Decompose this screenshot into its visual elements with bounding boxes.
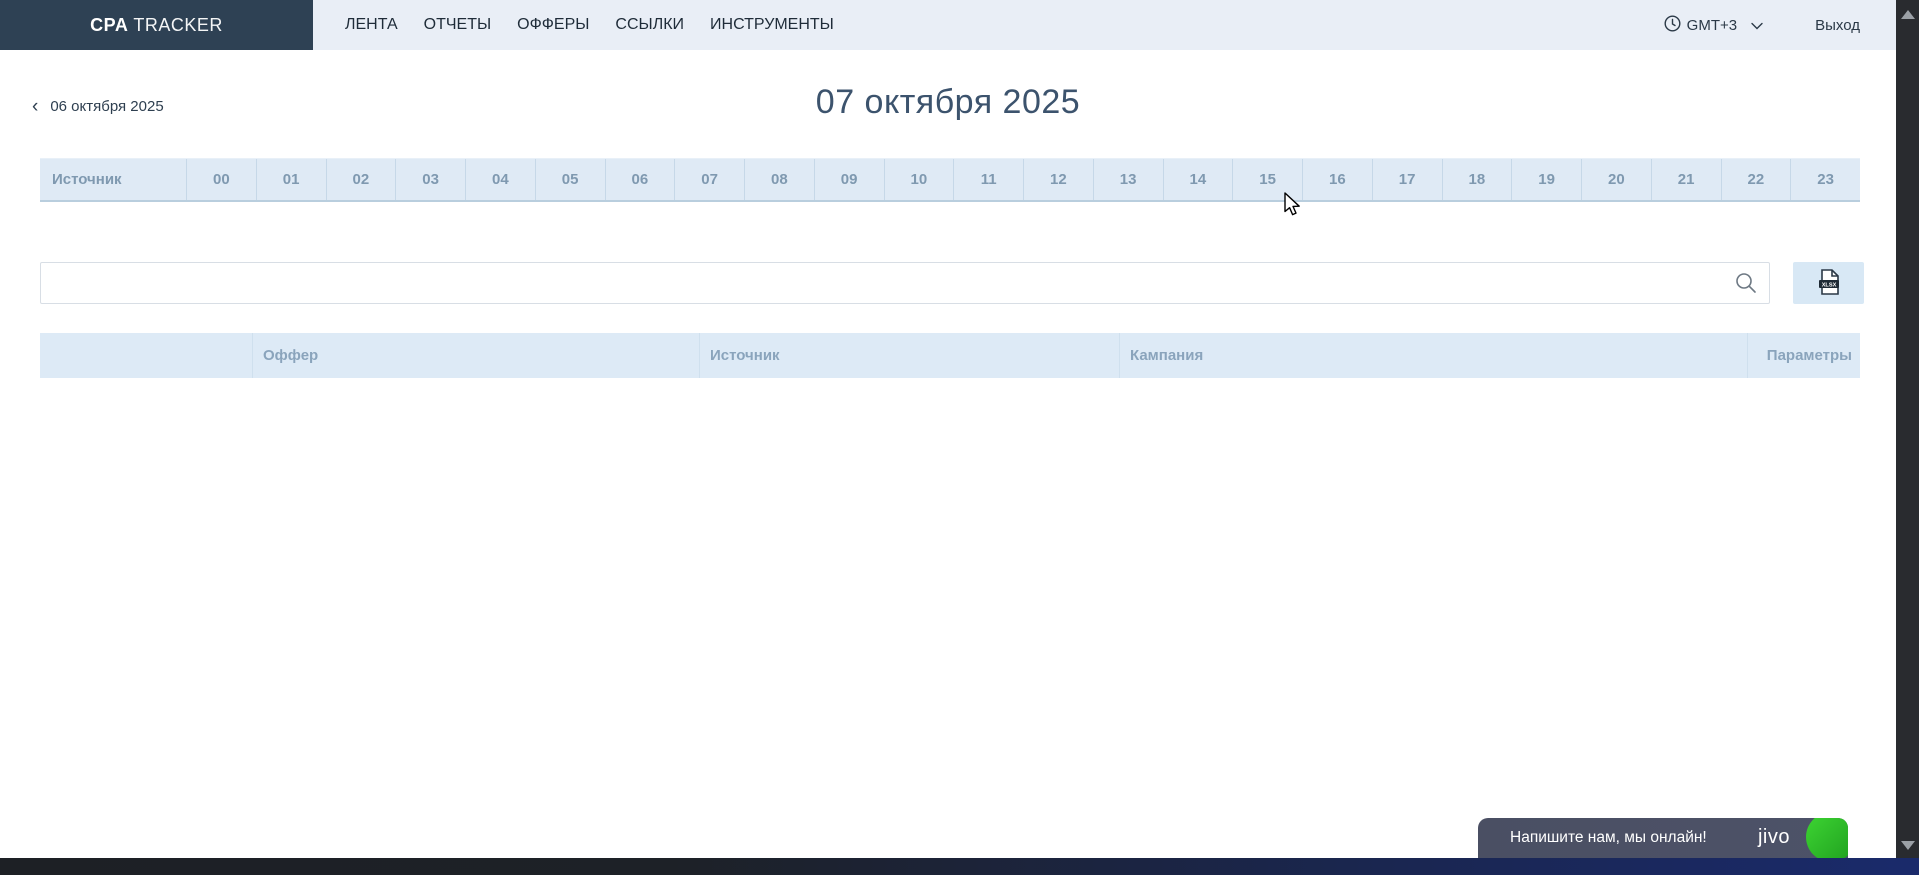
hour-cell-02[interactable]: 02 [327,159,397,200]
hour-cell-14[interactable]: 14 [1164,159,1234,200]
topbar-right: GMT+3 Выход [1664,0,1896,50]
hour-cell-01[interactable]: 01 [257,159,327,200]
hour-cell-07[interactable]: 07 [675,159,745,200]
jivo-logo: jivo [1758,826,1790,849]
hour-cell-18[interactable]: 18 [1443,159,1513,200]
search-bar [40,262,1770,304]
chat-message: Напишите нам, мы онлайн! [1478,829,1707,847]
hour-cell-22[interactable]: 22 [1722,159,1792,200]
svg-text:XLSX: XLSX [1821,282,1836,288]
hour-cell-20[interactable]: 20 [1582,159,1652,200]
nav-item-links[interactable]: ССЫЛКИ [615,16,684,34]
hours-source-header: Источник [40,159,187,200]
vertical-scrollbar[interactable] [1896,0,1919,858]
column-header-offer[interactable]: Оффер [253,333,700,378]
column-header-empty [40,333,253,378]
hour-cell-23[interactable]: 23 [1791,159,1860,200]
hour-cell-00[interactable]: 00 [187,159,257,200]
scrollbar-down-arrow[interactable] [1901,841,1915,850]
scrollbar-up-arrow[interactable] [1901,10,1915,19]
page-title: 07 октября 2025 [0,83,1896,122]
logo-light: TRACKER [133,15,223,35]
hour-cell-19[interactable]: 19 [1512,159,1582,200]
hour-cell-10[interactable]: 10 [885,159,955,200]
hour-cell-17[interactable]: 17 [1373,159,1443,200]
hour-cell-03[interactable]: 03 [396,159,466,200]
search-input[interactable] [40,262,1770,304]
hour-cell-13[interactable]: 13 [1094,159,1164,200]
app-logo[interactable]: CPATRACKER [0,0,313,50]
column-header-campaign[interactable]: Кампания [1120,333,1748,378]
hour-cell-04[interactable]: 04 [466,159,536,200]
logo-bold: CPA [90,15,128,35]
nav-item-offers[interactable]: ОФФЕРЫ [517,16,589,34]
top-navigation-bar: CPATRACKER ЛЕНТА ОТЧЕТЫ ОФФЕРЫ ССЫЛКИ ИН… [0,0,1896,50]
hour-cell-09[interactable]: 09 [815,159,885,200]
nav-item-reports[interactable]: ОТЧЕТЫ [424,16,492,34]
timezone-dropdown[interactable]: GMT+3 [1664,15,1763,36]
hour-cell-06[interactable]: 06 [606,159,676,200]
hour-cell-15[interactable]: 15 [1233,159,1303,200]
hour-cell-16[interactable]: 16 [1303,159,1373,200]
hour-cell-21[interactable]: 21 [1652,159,1722,200]
timezone-label: GMT+3 [1687,17,1737,34]
clock-icon [1664,15,1681,36]
data-table-header: Оффер Источник Кампания Параметры [40,333,1860,378]
column-header-params[interactable]: Параметры [1748,333,1860,378]
bottom-window-strip [0,858,1919,875]
hour-cell-08[interactable]: 08 [745,159,815,200]
app-logo-text: CPATRACKER [90,15,223,36]
hour-cell-05[interactable]: 05 [536,159,606,200]
search-icon[interactable] [1734,271,1758,300]
nav-item-lenta[interactable]: ЛЕНТА [345,16,398,34]
main-nav: ЛЕНТА ОТЧЕТЫ ОФФЕРЫ ССЫЛКИ ИНСТРУМЕНТЫ [313,0,1664,50]
chevron-down-icon [1751,17,1763,34]
nav-item-tools[interactable]: ИНСТРУМЕНТЫ [710,16,834,34]
hours-header-row: Источник 00 01 02 03 04 05 06 07 08 09 1… [40,158,1860,202]
hour-cell-12[interactable]: 12 [1024,159,1094,200]
export-xlsx-button[interactable]: XLSX [1793,262,1864,304]
hour-cell-11[interactable]: 11 [954,159,1024,200]
jivo-leaf-icon [1806,818,1848,858]
logout-button[interactable]: Выход [1815,17,1860,34]
xlsx-file-icon: XLSX [1817,269,1841,298]
column-header-source[interactable]: Источник [700,333,1120,378]
page: CPATRACKER ЛЕНТА ОТЧЕТЫ ОФФЕРЫ ССЫЛКИ ИН… [0,0,1919,875]
chat-widget[interactable]: Напишите нам, мы онлайн! jivo [1478,818,1848,858]
